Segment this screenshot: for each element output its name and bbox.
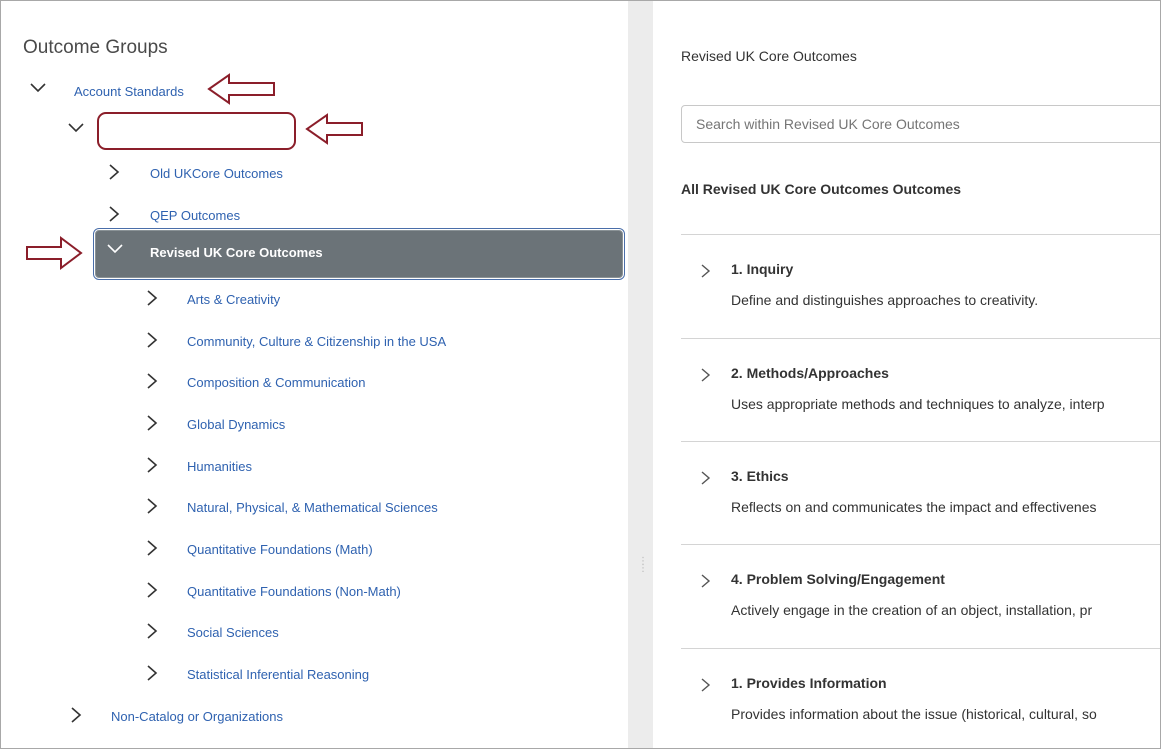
tree-node-revised-ukcore-selected[interactable]: Revised UK Core Outcomes [93, 228, 625, 280]
drag-handle-icon[interactable]: ⋮ ⋮ [638, 557, 648, 580]
tree-label-child[interactable]: Composition & Communication [187, 375, 365, 390]
chevron-right-icon[interactable] [699, 470, 711, 491]
chevron-down-icon[interactable] [106, 242, 124, 266]
outcome-item[interactable]: 1. Inquiry Define and distinguishes appr… [681, 234, 1160, 339]
chevron-right-icon[interactable] [145, 372, 163, 396]
outcome-description: Uses appropriate methods and techniques … [731, 396, 1105, 412]
annotation-arrow-left-icon [207, 73, 275, 105]
tree-node-child[interactable]: Natural, Physical, & Mathematical Scienc… [145, 495, 565, 525]
outcome-description: Define and distinguishes approaches to c… [731, 292, 1039, 308]
outcome-item[interactable]: 2. Methods/Approaches Uses appropriate m… [681, 338, 1160, 443]
chevron-right-icon[interactable] [699, 677, 711, 698]
tree-label-child[interactable]: Arts & Creativity [187, 292, 280, 307]
chevron-right-icon[interactable] [145, 289, 163, 313]
tree-node-qep[interactable]: QEP Outcomes [107, 203, 407, 233]
chevron-right-icon[interactable] [699, 263, 711, 284]
outcome-groups-title: Outcome Groups [23, 37, 168, 58]
annotation-arrow-right-icon [26, 236, 83, 270]
chevron-right-icon[interactable] [107, 163, 125, 187]
outcomes-heading: All Revised UK Core Outcomes Outcomes [681, 181, 962, 197]
chevron-down-icon[interactable] [67, 121, 85, 145]
tree-node-non-catalog[interactable]: Non-Catalog or Organizations [69, 704, 469, 734]
chevron-down-icon[interactable] [29, 81, 47, 105]
chevron-right-icon[interactable] [145, 456, 163, 480]
tree-node-account-standards[interactable]: Account Standards [29, 79, 329, 109]
annotation-arrow-left-icon [305, 113, 363, 145]
tree-label-child[interactable]: Quantitative Foundations (Non-Math) [187, 584, 401, 599]
outcome-description: Provides information about the issue (hi… [731, 706, 1097, 722]
chevron-right-icon[interactable] [699, 573, 711, 594]
tree-node-redacted[interactable] [67, 119, 97, 149]
tree-node-old-ukcore[interactable]: Old UKCore Outcomes [107, 161, 407, 191]
tree-node-child[interactable]: Arts & Creativity [145, 287, 565, 317]
tree-node-child[interactable]: Composition & Communication [145, 370, 565, 400]
outcome-description: Actively engage in the creation of an ob… [731, 602, 1093, 618]
chevron-right-icon[interactable] [69, 706, 87, 730]
outcome-title[interactable]: 3. Ethics [731, 468, 789, 484]
redacted-group-label [97, 112, 296, 150]
tree-node-child[interactable]: Quantitative Foundations (Math) [145, 537, 565, 567]
tree-label-old-ukcore[interactable]: Old UKCore Outcomes [150, 166, 283, 181]
chevron-right-icon[interactable] [699, 367, 711, 388]
tree-label-revised-ukcore[interactable]: Revised UK Core Outcomes [150, 245, 323, 260]
chevron-right-icon[interactable] [145, 331, 163, 355]
tree-label-non-catalog[interactable]: Non-Catalog or Organizations [111, 709, 283, 724]
outcome-title[interactable]: 4. Problem Solving/Engagement [731, 571, 945, 587]
tree-node-child[interactable]: Statistical Inferential Reasoning [145, 662, 565, 692]
chevron-right-icon[interactable] [145, 664, 163, 688]
tree-label-child[interactable]: Social Sciences [187, 625, 279, 640]
search-input[interactable] [681, 105, 1160, 143]
tree-label-child[interactable]: Natural, Physical, & Mathematical Scienc… [187, 500, 438, 515]
tree-label-child[interactable]: Statistical Inferential Reasoning [187, 667, 369, 682]
tree-node-child[interactable]: Humanities [145, 454, 565, 484]
tree-label-child[interactable]: Global Dynamics [187, 417, 285, 432]
chevron-right-icon[interactable] [145, 497, 163, 521]
tree-node-child[interactable]: Global Dynamics [145, 412, 565, 442]
detail-title: Revised UK Core Outcomes [681, 48, 857, 64]
outcome-item[interactable]: 3. Ethics Reflects on and communicates t… [681, 441, 1160, 546]
tree-node-child[interactable]: Social Sciences [145, 620, 565, 650]
tree-label-qep[interactable]: QEP Outcomes [150, 208, 240, 223]
outcomes-detail-panel: Revised UK Core Outcomes All Revised UK … [653, 1, 1160, 748]
chevron-right-icon[interactable] [145, 539, 163, 563]
chevron-right-icon[interactable] [145, 581, 163, 605]
outcome-title[interactable]: 1. Inquiry [731, 261, 793, 277]
outcome-groups-panel: Outcome Groups Account Standards Old UKC… [1, 1, 628, 748]
chevron-right-icon[interactable] [145, 414, 163, 438]
outcome-item[interactable]: 4. Problem Solving/Engagement Actively e… [681, 544, 1160, 649]
tree-label-child[interactable]: Community, Culture & Citizenship in the … [187, 334, 446, 349]
chevron-right-icon[interactable] [145, 622, 163, 646]
outcome-description: Reflects on and communicates the impact … [731, 499, 1097, 515]
chevron-right-icon[interactable] [107, 205, 125, 229]
outcomes-window: Outcome Groups Account Standards Old UKC… [0, 0, 1161, 749]
tree-label-child[interactable]: Quantitative Foundations (Math) [187, 542, 373, 557]
tree-label-account-standards[interactable]: Account Standards [74, 84, 184, 99]
tree-node-child[interactable]: Community, Culture & Citizenship in the … [145, 329, 565, 359]
tree-label-child[interactable]: Humanities [187, 459, 252, 474]
outcome-title[interactable]: 1. Provides Information [731, 675, 887, 691]
tree-node-child[interactable]: Quantitative Foundations (Non-Math) [145, 579, 565, 609]
outcome-item[interactable]: 1. Provides Information Provides informa… [681, 648, 1160, 748]
panel-resize-divider[interactable]: ⋮ ⋮ [628, 1, 653, 748]
outcome-title[interactable]: 2. Methods/Approaches [731, 365, 889, 381]
